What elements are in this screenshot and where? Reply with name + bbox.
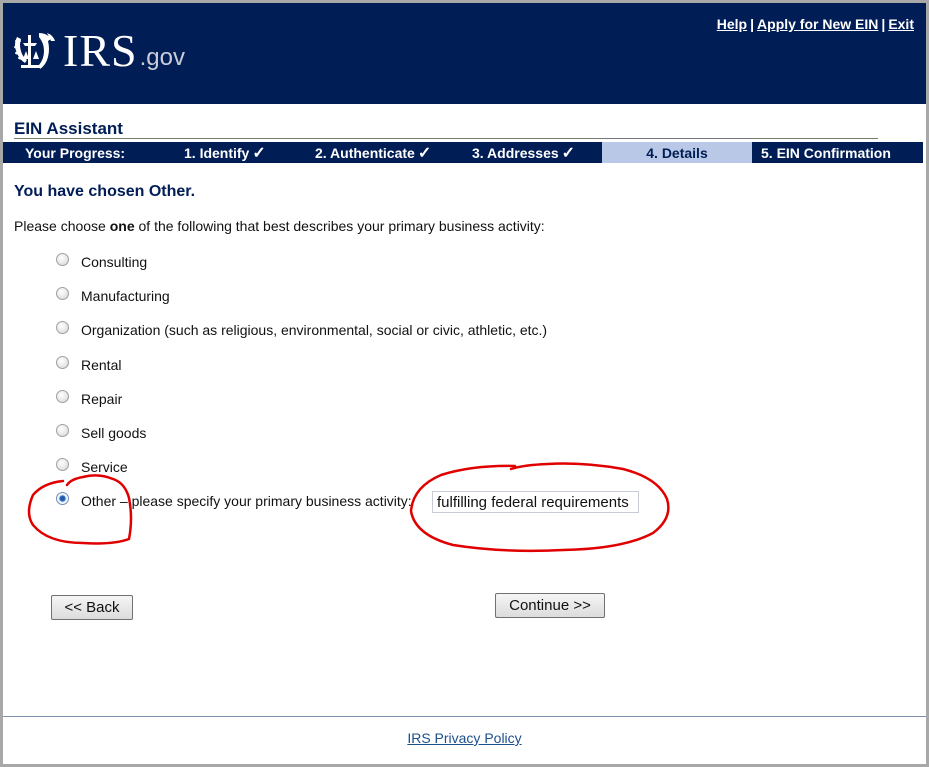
radio-rental[interactable] xyxy=(56,355,69,369)
privacy-policy-link[interactable]: IRS Privacy Policy xyxy=(407,730,521,746)
option-label: Rental xyxy=(81,357,122,373)
title-divider xyxy=(14,138,878,139)
footer: IRS Privacy Policy xyxy=(3,730,926,746)
business-activity-input[interactable] xyxy=(432,491,639,513)
progress-step-identify: 1. Identify ✓ xyxy=(184,142,266,163)
option-manufacturing[interactable]: Manufacturing xyxy=(56,286,170,305)
top-links: Help | Apply for New EIN | Exit xyxy=(717,16,914,32)
instruction-post: of the following that best describes you… xyxy=(134,218,545,234)
option-label: Sell goods xyxy=(81,425,147,441)
checkmark-icon: ✓ xyxy=(561,145,576,162)
step-label: 1. Identify xyxy=(184,145,250,161)
logo-irs-text: IRS xyxy=(63,25,138,76)
option-label: Repair xyxy=(81,391,123,407)
progress-label: Your Progress: xyxy=(25,145,126,161)
link-separator: | xyxy=(750,16,755,32)
page-frame: IRS .gov Help | Apply for New EIN | Exit EIN… xyxy=(3,3,926,764)
option-label: Consulting xyxy=(81,254,148,270)
instruction-pre: Please choose xyxy=(14,218,110,234)
option-consulting[interactable]: Consulting xyxy=(56,252,148,271)
option-organization[interactable]: Organization (such as religious, environ… xyxy=(56,320,548,339)
exit-link[interactable]: Exit xyxy=(888,16,914,32)
progress-bar: Your Progress: 1. Identify ✓ 2. Authentic… xyxy=(3,142,923,163)
option-repair[interactable]: Repair xyxy=(56,389,123,408)
radio-other-selected[interactable] xyxy=(56,491,69,505)
footer-divider xyxy=(3,716,926,717)
step-label: 3. Addresses xyxy=(472,145,559,161)
radio-manufacturing[interactable] xyxy=(56,286,69,300)
irs-eagle-icon xyxy=(14,33,55,69)
progress-step-addresses: 3. Addresses ✓ xyxy=(472,142,575,163)
hand-drawn-annotations xyxy=(27,462,670,553)
progress-step-details-active: 4. Details xyxy=(602,142,752,163)
radio-service[interactable] xyxy=(56,457,69,471)
option-label: Manufacturing xyxy=(81,288,170,304)
irs-logo[interactable]: IRS .gov xyxy=(11,25,185,76)
header-banner: IRS .gov Help | Apply for New EIN | Exit xyxy=(3,3,926,104)
app-title: EIN Assistant xyxy=(14,119,123,138)
help-link[interactable]: Help xyxy=(717,16,747,32)
progress-step-ein-confirmation: 5. EIN Confirmation xyxy=(761,145,891,161)
option-rental[interactable]: Rental xyxy=(56,355,122,374)
checkmark-icon: ✓ xyxy=(252,145,266,162)
instruction-text: Please choose one of the following that … xyxy=(14,218,545,234)
radio-repair[interactable] xyxy=(56,389,69,403)
progress-step-authenticate: 2. Authenticate ✓ xyxy=(315,142,431,163)
continue-button[interactable]: Continue >> xyxy=(495,593,605,618)
checkmark-icon: ✓ xyxy=(417,145,432,162)
radio-organization[interactable] xyxy=(56,320,69,334)
logo-gov-text: .gov xyxy=(139,44,185,71)
option-label: Other – please specify your primary busi… xyxy=(81,493,412,509)
link-separator: | xyxy=(881,16,886,32)
page-heading: You have chosen Other. xyxy=(14,183,196,200)
option-label: Service xyxy=(81,459,128,475)
step-label: 2. Authenticate xyxy=(315,145,415,161)
option-sell-goods[interactable]: Sell goods xyxy=(56,423,147,442)
option-other[interactable]: Other – please specify your primary busi… xyxy=(56,491,412,510)
option-label: Organization (such as religious, environ… xyxy=(81,322,548,338)
radio-consulting[interactable] xyxy=(56,252,69,266)
apply-new-ein-link[interactable]: Apply for New EIN xyxy=(757,16,878,32)
radio-sell-goods[interactable] xyxy=(56,423,69,437)
option-service[interactable]: Service xyxy=(56,457,128,476)
instruction-emphasis: one xyxy=(109,218,135,234)
back-button[interactable]: << Back xyxy=(51,595,133,620)
